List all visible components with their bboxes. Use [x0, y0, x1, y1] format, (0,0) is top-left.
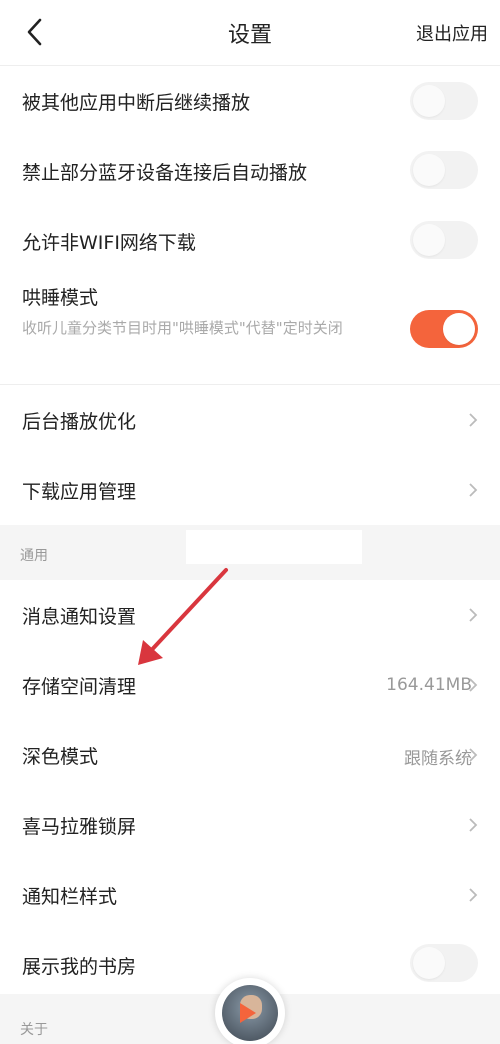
setting-row-bluetooth-autoplay[interactable]: 禁止部分蓝牙设备连接后自动播放	[0, 135, 500, 205]
nav-label: 存储空间清理	[22, 676, 137, 698]
bluetooth-autoplay-toggle[interactable]	[410, 151, 478, 189]
nav-label: 消息通知设置	[22, 606, 137, 628]
non-wifi-download-toggle[interactable]	[410, 221, 478, 259]
chevron-right-icon	[469, 748, 478, 762]
nav-label: 通知栏样式	[22, 886, 118, 908]
show-my-study-toggle[interactable]	[410, 944, 478, 982]
nav-label: 喜马拉雅锁屏	[22, 816, 137, 838]
setting-row-continue-playback[interactable]: 被其他应用中断后继续播放	[0, 67, 500, 135]
toggle-knob	[413, 224, 445, 256]
nav-row-notification-settings[interactable]: 消息通知设置	[0, 580, 500, 650]
nav-label: 深色模式	[22, 746, 99, 768]
toggle-knob	[413, 947, 445, 979]
setting-description: 收听儿童分类节目时用"哄睡模式"代替"定时关闭	[22, 319, 343, 337]
nav-label: 下载应用管理	[22, 481, 137, 503]
chevron-right-icon	[469, 608, 478, 622]
setting-row-sleep-mode[interactable]: 哄睡模式 收听儿童分类节目时用"哄睡模式"代替"定时关闭	[0, 275, 500, 383]
nav-row-download-app-management[interactable]: 下载应用管理	[0, 455, 500, 525]
exit-app-button[interactable]: 退出应用	[416, 20, 488, 46]
toggle-knob	[413, 154, 445, 186]
toggle-knob	[443, 313, 475, 345]
nav-row-storage-cleanup[interactable]: 存储空间清理 164.41MB	[0, 650, 500, 720]
toggle-knob	[413, 85, 445, 117]
setting-label: 禁止部分蓝牙设备连接后自动播放	[22, 162, 308, 184]
nav-row-notification-bar-style[interactable]: 通知栏样式	[0, 860, 500, 930]
nav-row-background-playback[interactable]: 后台播放优化	[0, 385, 500, 455]
setting-label: 哄睡模式	[22, 287, 99, 309]
play-icon	[240, 1003, 256, 1023]
storage-size-value: 164.41MB	[386, 675, 472, 695]
setting-row-non-wifi-download[interactable]: 允许非WIFI网络下载	[0, 205, 500, 275]
chevron-right-icon	[469, 818, 478, 832]
chevron-right-icon	[469, 483, 478, 497]
chevron-right-icon	[469, 888, 478, 902]
mini-player-button[interactable]	[215, 978, 285, 1044]
setting-label: 允许非WIFI网络下载	[22, 232, 196, 254]
continue-playback-toggle[interactable]	[410, 82, 478, 120]
setting-label: 被其他应用中断后继续播放	[22, 92, 251, 114]
dark-mode-value: 跟随系统	[404, 749, 472, 769]
nav-row-dark-mode[interactable]: 深色模式 跟随系统	[0, 720, 500, 790]
section-title: 关于	[20, 1022, 48, 1038]
header-bar: 设置 退出应用	[0, 0, 500, 66]
setting-label: 展示我的书房	[22, 956, 137, 978]
nav-label: 后台播放优化	[22, 411, 137, 433]
redacted-area	[186, 530, 362, 564]
chevron-right-icon	[469, 678, 478, 692]
nav-row-lock-screen[interactable]: 喜马拉雅锁屏	[0, 790, 500, 860]
section-title: 通用	[20, 548, 48, 564]
sleep-mode-toggle[interactable]	[410, 310, 478, 348]
chevron-right-icon	[469, 413, 478, 427]
